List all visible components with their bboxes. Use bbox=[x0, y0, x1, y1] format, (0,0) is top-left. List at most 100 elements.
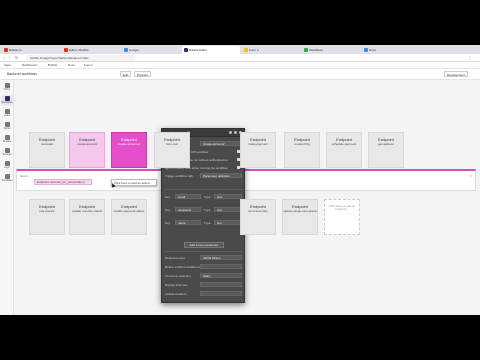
browser-tab[interactable]: Docs bbox=[362, 46, 420, 54]
endpoint-card[interactable]: Endpoint update-member-status bbox=[69, 199, 105, 235]
endpoint-card[interactable]: Endpoint form-sub bbox=[154, 132, 190, 168]
bookmark[interactable]: Apps bbox=[4, 63, 11, 67]
add-action-button[interactable]: Click here to add an action... bbox=[111, 179, 157, 186]
back-icon[interactable]: ‹ bbox=[3, 56, 7, 60]
param-type-field[interactable]: text bbox=[214, 220, 242, 225]
panel-row-field[interactable]: JSON Object bbox=[200, 255, 242, 260]
bookmark[interactable]: Dashboard bbox=[22, 63, 37, 67]
event-name-field[interactable]: Endpoint: account_for_presentation bbox=[34, 179, 92, 185]
param-name-field[interactable]: email bbox=[175, 194, 201, 199]
page-title[interactable]: Backend workflows bbox=[7, 72, 37, 76]
panel-divider bbox=[165, 189, 243, 190]
sidebar-item-label: Logs bbox=[4, 166, 10, 169]
bookmark[interactable]: Forum bbox=[84, 63, 93, 67]
sidebar-item-label: Settings bbox=[2, 153, 12, 156]
endpoint-card[interactable]: Endpoint update-payment-status bbox=[111, 199, 147, 235]
comment-icon[interactable] bbox=[234, 131, 237, 134]
add-endpoint-card[interactable]: Click here to add an endpoint... bbox=[324, 199, 360, 235]
sidebar-item-home[interactable]: Home bbox=[1, 82, 13, 93]
endpoint-card[interactable]: Endpoint update-single-user-status bbox=[282, 199, 318, 235]
panel-row-field[interactable] bbox=[200, 264, 242, 269]
panel-row-label: Include headers bbox=[165, 292, 187, 296]
app-toolbar: Backend workflows Edit Preview Developme… bbox=[0, 69, 480, 80]
tab-favicon bbox=[304, 48, 308, 52]
info-icon[interactable] bbox=[229, 131, 232, 134]
endpoint-card[interactable]: Endpoint create-account bbox=[69, 132, 105, 168]
sidebar-item-label: Templates bbox=[1, 179, 13, 182]
endpoint-card[interactable]: Endpoint pay-invoice bbox=[29, 199, 65, 235]
sidebar-item-label: Data bbox=[4, 114, 10, 117]
sidebar-item-logs[interactable]: Logs bbox=[1, 160, 13, 171]
add-parameter-button[interactable]: Add a new parameter bbox=[184, 242, 224, 248]
bookmark[interactable]: Bubble bbox=[48, 63, 57, 67]
close-icon[interactable]: × bbox=[470, 173, 472, 178]
browser-tab[interactable]: Google bbox=[122, 46, 180, 54]
endpoint-card[interactable]: Endpoint new-task bbox=[29, 132, 65, 168]
endpoint-card-name: new-task bbox=[40, 142, 53, 146]
reload-icon[interactable]: ↻ bbox=[15, 56, 19, 60]
preview-button[interactable]: Preview bbox=[134, 71, 151, 77]
endpoint-card[interactable]: Endpoint schedule-payment bbox=[326, 132, 362, 168]
endpoint-card-name: get-address bbox=[378, 142, 394, 146]
browser-tab-active[interactable]: Bubble Editor bbox=[182, 46, 240, 54]
sidebar-item-data[interactable]: Data bbox=[1, 108, 13, 119]
param-type-field[interactable]: text bbox=[214, 207, 242, 212]
endpoint-card[interactable]: Endpoint send-summary bbox=[240, 199, 276, 235]
endpoint-card-name: create-thing bbox=[294, 142, 310, 146]
sidebar-item-plugins[interactable]: Plugins bbox=[1, 134, 13, 145]
sidebar-item-styles[interactable]: Styles bbox=[1, 121, 13, 132]
panel-row-label: Trigger workflow with bbox=[165, 174, 194, 178]
browser-tab[interactable]: Editor | Bubble bbox=[62, 46, 120, 54]
event-tag: Event bbox=[20, 174, 28, 178]
panel-row-label: Timezone selection bbox=[165, 274, 191, 278]
endpoint-card-name: make-payment bbox=[248, 142, 268, 146]
forward-icon[interactable]: › bbox=[9, 56, 13, 60]
panel-row-field[interactable]: create-account2 bbox=[200, 141, 242, 146]
sidebar: Home Workflows Data Styles Plugins Settings Lo… bbox=[0, 80, 14, 315]
url-input[interactable]: bubble.io/page?type=backend&name=index bbox=[26, 55, 136, 61]
screen: Bubble.io Editor | Bubble Google Bubble … bbox=[0, 45, 480, 315]
panel-row-field[interactable]: Parameter definition bbox=[200, 173, 242, 178]
endpoint-card[interactable]: Endpoint make-payment bbox=[240, 132, 276, 168]
sidebar-item-workflows[interactable]: Workflows bbox=[1, 95, 13, 106]
param-key-label: Key bbox=[165, 208, 171, 212]
sidebar-item-label: Styles bbox=[3, 127, 11, 130]
panel-row-field[interactable] bbox=[200, 291, 242, 296]
tab-favicon bbox=[64, 48, 68, 52]
panel-divider bbox=[165, 251, 243, 252]
panel-row-label: Response type bbox=[165, 256, 186, 260]
panel-row-label: Display timezone bbox=[165, 283, 188, 287]
panel-row-field[interactable] bbox=[200, 282, 242, 287]
workflow-canvas[interactable] bbox=[14, 80, 480, 315]
endpoint-card-name: send-summary bbox=[248, 209, 268, 213]
sidebar-item-templates[interactable]: Templates bbox=[1, 173, 13, 184]
param-type-label: Type bbox=[204, 195, 211, 199]
endpoint-card-name: create-account bbox=[77, 142, 97, 146]
endpoint-card-name: schedule-payment bbox=[331, 142, 357, 146]
endpoint-card-name: Click here to add an endpoint... bbox=[328, 204, 356, 211]
endpoint-card-name: update-single-user-status bbox=[283, 209, 317, 213]
bookmark[interactable]: Docs bbox=[68, 63, 75, 67]
param-name-field[interactable]: name bbox=[175, 220, 201, 225]
param-type-field[interactable]: text bbox=[214, 194, 242, 199]
param-type-label: Type bbox=[204, 221, 211, 225]
sidebar-item-settings[interactable]: Settings bbox=[1, 147, 13, 158]
version-button[interactable]: Development bbox=[444, 71, 468, 77]
bookmarks-bar: Apps Dashboard Bubble Docs Forum bbox=[0, 62, 480, 69]
browser-tab[interactable]: Bubble.io bbox=[2, 46, 60, 54]
sidebar-item-label: Plugins bbox=[2, 140, 12, 143]
browser-tab[interactable]: Form 2 bbox=[242, 46, 300, 54]
menu-icon[interactable]: ⋮ bbox=[468, 56, 472, 60]
endpoint-card[interactable]: Endpoint create-account-2 bbox=[111, 132, 147, 168]
param-name-field[interactable]: password bbox=[175, 207, 201, 212]
endpoint-card[interactable]: Endpoint create-thing bbox=[284, 132, 320, 168]
panel-row-field[interactable]: Static bbox=[200, 273, 242, 278]
address-bar-row: ‹ › ↻ bubble.io/page?type=backend&name=i… bbox=[0, 54, 480, 62]
tab-favicon bbox=[4, 48, 8, 52]
endpoint-card[interactable]: Endpoint get-address bbox=[368, 132, 404, 168]
param-type-label: Type bbox=[204, 208, 211, 212]
tab-favicon bbox=[244, 48, 248, 52]
event-strip: Event Endpoint: account_for_presentation… bbox=[16, 169, 476, 191]
browser-tab[interactable]: Workflows bbox=[302, 46, 360, 54]
edit-button[interactable]: Edit bbox=[120, 71, 132, 77]
